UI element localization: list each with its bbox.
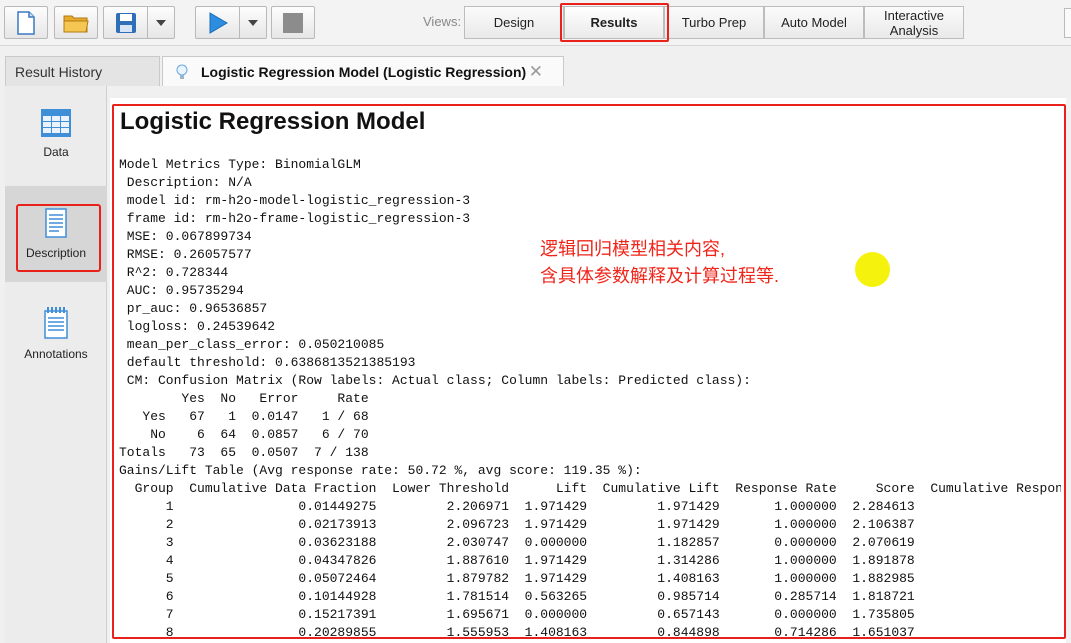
toolbar: Views: Design Results Turbo Prep Auto Mo… bbox=[0, 0, 1071, 46]
sidebar-item-data-label: Data bbox=[43, 145, 69, 159]
new-process-button[interactable] bbox=[4, 6, 48, 39]
table-icon bbox=[41, 109, 71, 137]
content-highlight-box bbox=[112, 104, 1066, 639]
tab-logistic-regression-model[interactable]: Logistic Regression Model (Logistic Regr… bbox=[162, 56, 564, 86]
result-view-sidebar: Data Description Annotations bbox=[5, 86, 107, 643]
save-icon bbox=[115, 12, 136, 33]
views-label: Views: bbox=[423, 14, 462, 29]
results-highlight-box bbox=[560, 3, 669, 42]
close-icon[interactable]: ✕ bbox=[529, 62, 543, 82]
save-button[interactable] bbox=[103, 6, 147, 39]
tab-bar: Result History Logistic Regression Model… bbox=[0, 46, 1071, 86]
chevron-down-icon bbox=[156, 19, 166, 26]
run-dropdown-button[interactable] bbox=[239, 6, 267, 39]
play-icon bbox=[209, 11, 228, 34]
stop-button[interactable] bbox=[271, 6, 315, 39]
notepad-icon bbox=[44, 307, 68, 339]
sidebar-item-annotations-label: Annotations bbox=[24, 347, 88, 361]
open-process-button[interactable] bbox=[54, 6, 98, 39]
view-turbo-prep-button[interactable]: Turbo Prep bbox=[664, 6, 764, 39]
chevron-down-icon bbox=[248, 19, 258, 26]
new-document-icon bbox=[17, 10, 35, 35]
view-auto-model-button[interactable]: Auto Model bbox=[764, 6, 864, 39]
run-button[interactable] bbox=[195, 6, 239, 39]
save-dropdown-button[interactable] bbox=[147, 6, 175, 39]
tab-result-history[interactable]: Result History bbox=[5, 56, 160, 86]
view-interactive-analysis-button[interactable]: Interactive Analysis bbox=[864, 6, 964, 39]
tab-result-history-label: Result History bbox=[15, 63, 103, 80]
sidebar-item-data[interactable]: Data bbox=[5, 86, 107, 182]
view-design-button[interactable]: Design bbox=[464, 6, 564, 39]
vertical-scrollbar[interactable] bbox=[1066, 98, 1071, 643]
folder-icon bbox=[63, 15, 89, 32]
sidebar-item-annotations[interactable]: Annotations bbox=[5, 286, 107, 382]
stop-icon bbox=[283, 12, 303, 33]
lightbulb-icon bbox=[176, 64, 188, 79]
toolbar-overflow-edge bbox=[1064, 8, 1071, 38]
description-highlight-box bbox=[16, 204, 101, 272]
tab-logistic-regression-label: Logistic Regression Model (Logistic Regr… bbox=[201, 63, 527, 80]
